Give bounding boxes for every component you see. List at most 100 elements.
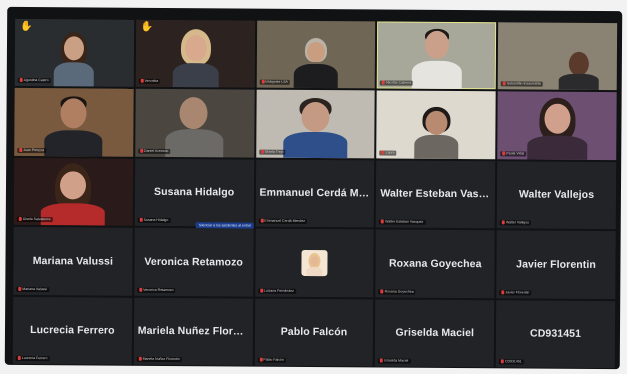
participant-tile[interactable]: CD931451 CD931451 [495, 299, 616, 369]
participant-tile[interactable]: Paola Vidal [497, 91, 617, 160]
participant-tile[interactable]: Susana Hidalgo Susana Hidalgo [134, 158, 254, 227]
participant-video [39, 94, 109, 157]
participant-display-name: Pablo Falcón [280, 326, 348, 339]
participant-display-name: Mariana Valussi [32, 254, 114, 268]
mic-muted-icon [139, 218, 143, 223]
participant-video [277, 96, 353, 159]
participant-display-name: CD931451 [530, 327, 582, 341]
participant-name-tag: Intérprete LSA [259, 80, 290, 86]
participant-video [551, 50, 611, 91]
participant-tile[interactable]: Gisela Salvatierra [13, 157, 133, 226]
participant-tile[interactable]: ✋ Agustina Castro [14, 18, 134, 88]
participant-tile[interactable]: Lucrecia Ferrero Lucrecia Ferrero [12, 296, 133, 365]
participant-name-tag: Agustina Castro [17, 78, 51, 84]
participant-tile[interactable]: Daniel Acevedo [135, 89, 255, 158]
participant-tile[interactable]: Roxana Goyechea Roxana Goyechea [375, 229, 495, 298]
participant-grid: ✋ Agustina Castro ✋ Veronika Intérprete … [12, 18, 618, 369]
participant-tile[interactable]: Griselda Maciel Griselda Maciel [375, 299, 495, 368]
participant-display-name: Lucrecia Ferrero [30, 324, 115, 337]
participant-tile[interactable]: ✋ Veronika [135, 19, 255, 88]
mic-muted-icon [140, 79, 144, 84]
raised-hand-icon: ✋ [140, 21, 154, 33]
participant-name-tag: Mariana Valussi [16, 286, 49, 292]
participant-name-tag: Laura [379, 150, 397, 156]
mic-muted-icon [261, 80, 265, 85]
mic-muted-icon [381, 219, 385, 224]
mic-muted-icon [382, 80, 386, 85]
mic-muted-icon [260, 218, 264, 223]
participant-tile[interactable]: Sebastián Insaurralde [497, 22, 618, 91]
participant-tile[interactable]: Veronica Retamozo Veronica Retamozo [134, 227, 254, 297]
mic-muted-icon [140, 148, 144, 153]
mic-muted-icon [18, 217, 22, 222]
participant-tile[interactable]: Laura [376, 90, 496, 160]
participant-display-name: Griselda Maciel [395, 326, 475, 340]
mic-muted-icon [19, 78, 23, 83]
participant-name-tag: Gisela Trejo [258, 149, 286, 155]
participant-name-tag: Walter Esteban Vasquez [379, 219, 426, 225]
mic-muted-icon [501, 220, 505, 225]
participant-tile[interactable]: Mariela Nuñez Florentin Mariela Nuñez Fl… [133, 297, 253, 366]
participant-tile[interactable]: Gisela Trejo [255, 89, 376, 159]
participant-display-name: Walter Esteban Vasquez [380, 187, 496, 201]
participant-tile[interactable]: Intérprete LSA [256, 20, 376, 89]
participant-display-name: Veronica Retamozo [144, 255, 244, 269]
mic-muted-icon [502, 81, 506, 86]
participant-video [155, 27, 235, 88]
participant-display-name: Mariela Nuñez Florentin [137, 325, 253, 338]
participant-name-tag: Susana Hidalgo [137, 217, 171, 224]
participant-name-tag: Walter Vallejos [499, 220, 531, 226]
participant-name-tag: Gisela Salvatierra [16, 217, 53, 223]
participant-video [44, 27, 104, 88]
mic-muted-icon [19, 147, 23, 152]
participant-name-tag: Roxana Goyechea [378, 289, 416, 295]
raised-hand-icon: ✋ [20, 20, 33, 33]
participant-name-tag: Sebastián Insaurralde [500, 81, 543, 87]
profile-picture-avatar [301, 249, 328, 276]
mic-muted-icon [18, 286, 22, 291]
participant-name-tag: Mariela Nuñez Florentin [136, 356, 182, 363]
participant-tile[interactable]: Walter Esteban Vasquez Walter Esteban Va… [376, 160, 496, 229]
participant-tile[interactable]: Walter Vallejos Walter Vallejos [496, 161, 617, 230]
participant-tile[interactable]: Mariana Valussi Mariana Valussi [13, 227, 133, 296]
participant-name-tag: Daniel Acevedo [138, 148, 171, 154]
participant-name-tag: CD931451 [498, 359, 524, 365]
mic-muted-icon [501, 289, 505, 295]
participant-name-tag: Juan Pereyra [17, 147, 47, 153]
participant-display-name: Walter Vallejos [518, 188, 595, 202]
participant-name-tag: Lucrecia Ferrero [15, 355, 50, 362]
mic-muted-icon [138, 356, 142, 361]
participant-display-name: Roxana Goyechea [388, 257, 482, 271]
participant-video [286, 28, 346, 89]
mute-on-entry-tooltip[interactable]: Silenciar a los asistentes al entrar [195, 222, 255, 229]
mic-muted-icon [259, 288, 263, 293]
participant-name-tag: Nicolás Cabrera [380, 80, 414, 87]
mic-muted-icon [260, 149, 264, 154]
participant-tile[interactable]: Juan Pereyra [14, 88, 134, 157]
participant-name-tag: Griselda Maciel [378, 358, 411, 364]
participant-tile[interactable]: Emmanuel Cerdá Mend... Emmanuel Cerdá Me… [255, 159, 375, 228]
mic-muted-icon [380, 289, 384, 294]
participant-tile[interactable]: Nicolás Cabrera [377, 21, 497, 90]
mic-muted-icon [500, 359, 504, 364]
participant-name-tag: Luciana Fernández [257, 288, 296, 294]
participant-tile[interactable]: Luciana Fernández [254, 228, 375, 298]
participant-video [519, 97, 595, 160]
participant-display-name: Emmanuel Cerdá Mend... [259, 187, 375, 200]
meeting-window: ✋ Agustina Castro ✋ Veronika Intérprete … [4, 6, 623, 370]
participant-tile[interactable]: Javier Florentin Javier Florentin [496, 230, 616, 299]
participant-name-tag: Paola Vidal [500, 151, 527, 157]
mic-muted-icon [381, 150, 385, 155]
participant-name-tag: Veronika [138, 79, 161, 85]
participant-video [406, 104, 466, 159]
mic-muted-icon [502, 151, 506, 156]
participant-name-tag: Emmanuel Cerdá Mendez [258, 218, 308, 225]
participant-video [159, 95, 229, 158]
participant-display-name: Susana Hidalgo [154, 186, 235, 199]
mic-muted-icon [17, 356, 21, 361]
mic-muted-icon [139, 287, 143, 292]
participant-name-tag: Javier Florentin [499, 289, 532, 296]
mic-muted-icon [259, 357, 263, 362]
participant-tile[interactable]: Pablo Falcón Pablo Falcón [254, 298, 374, 367]
participant-display-name: Javier Florentin [516, 258, 596, 271]
